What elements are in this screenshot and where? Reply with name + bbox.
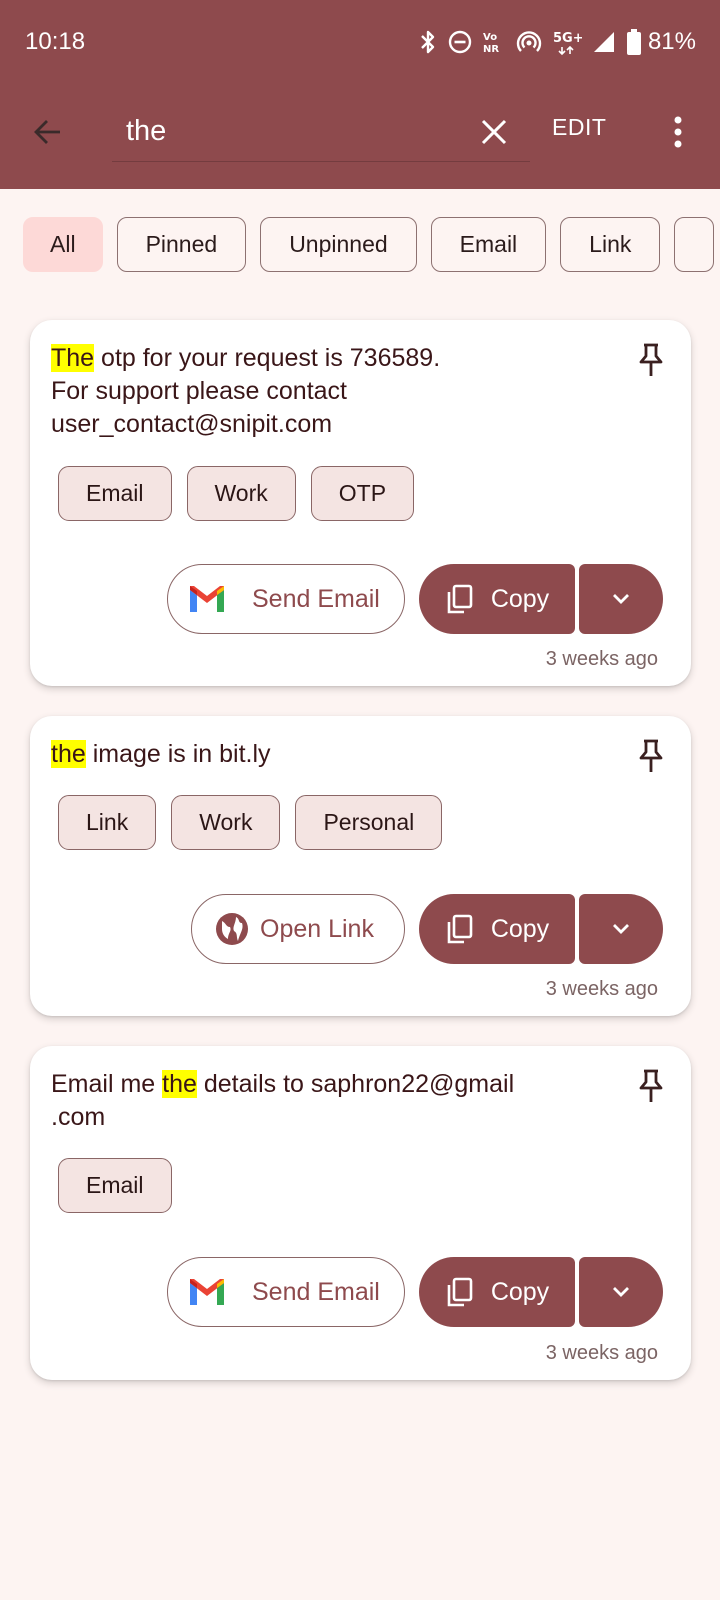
status-icons: Vo NR 5G+ 81%: [418, 26, 696, 58]
search-highlight: the: [162, 1070, 197, 1098]
copy-icon: [447, 914, 473, 944]
copy-icon: [447, 1277, 473, 1307]
battery-icon: [626, 29, 641, 55]
filter-chip-overflow[interactable]: [674, 217, 715, 272]
copy-label: Copy: [490, 584, 550, 613]
top-app-bar: 10:18 VoNR 5G+ 81% EDIT: [0, 0, 720, 189]
copy-split-button: Copy: [419, 894, 663, 964]
copy-button[interactable]: Copy: [419, 894, 575, 964]
more-vert-icon: [674, 116, 682, 148]
open-link-label: Open Link: [260, 914, 374, 943]
filter-chip-pinned[interactable]: Pinned: [116, 217, 247, 272]
tag-chip[interactable]: Email: [58, 466, 172, 521]
snippet-card[interactable]: The otp for your request is 736589. For …: [30, 320, 691, 686]
pin-button[interactable]: [633, 1066, 669, 1106]
copy-options-dropdown[interactable]: [579, 564, 663, 634]
pin-button[interactable]: [633, 736, 669, 776]
copy-label: Copy: [490, 1277, 550, 1306]
tag-chip[interactable]: Work: [171, 795, 281, 850]
filter-chip-unpinned[interactable]: Unpinned: [260, 217, 417, 272]
tag-chip[interactable]: Work: [186, 466, 296, 521]
card-actions: Open Link Copy: [191, 894, 663, 964]
gmail-icon: [190, 586, 224, 612]
copy-options-dropdown[interactable]: [579, 1257, 663, 1327]
search-highlight: The: [51, 344, 95, 372]
hotspot-icon: [516, 31, 542, 52]
open-link-button[interactable]: Open Link: [191, 894, 405, 964]
tag-chip[interactable]: Email: [58, 1158, 172, 1213]
copy-options-dropdown[interactable]: [579, 894, 663, 964]
tag-chip[interactable]: Personal: [295, 795, 443, 850]
tag-chip[interactable]: Link: [58, 795, 157, 850]
send-email-label: Send Email: [252, 584, 380, 613]
svg-text:5G+: 5G+: [553, 31, 582, 46]
copy-split-button: Copy: [419, 1257, 663, 1327]
snippet-card[interactable]: Email me the details to saphron22@gmail …: [30, 1046, 691, 1380]
tag-list: Email Work OTP: [58, 466, 415, 521]
send-email-button[interactable]: Send Email: [167, 1257, 405, 1327]
status-bar: 10:18 Vo NR 5G+ 81%: [0, 0, 720, 88]
send-email-label: Send Email: [252, 1277, 380, 1306]
bluetooth-icon: [421, 30, 435, 54]
snippet-card[interactable]: the image is in bit.ly Link Work Persona…: [30, 716, 691, 1016]
filter-chip-email[interactable]: Email: [430, 217, 547, 272]
pin-icon: [639, 1069, 663, 1102]
copy-label: Copy: [490, 914, 550, 943]
arrow-back-icon: [34, 120, 60, 144]
copy-icon: [447, 584, 473, 614]
search-toolbar: EDIT: [0, 96, 720, 168]
send-email-button[interactable]: Send Email: [167, 564, 405, 634]
5g-icon: 5G+: [553, 31, 582, 56]
do-not-disturb-icon: [448, 30, 472, 54]
copy-split-button: Copy: [419, 564, 663, 634]
edit-button[interactable]: EDIT: [552, 114, 606, 141]
filter-chip-all[interactable]: All: [23, 217, 103, 272]
svg-text:NR: NR: [483, 44, 499, 55]
snippet-text: the image is in bit.ly: [51, 740, 271, 768]
pin-icon: [639, 739, 663, 772]
filter-chips: All Pinned Unpinned Email Link: [23, 217, 720, 273]
copy-button[interactable]: Copy: [419, 1257, 575, 1327]
snippet-text: Email me the details to saphron22@gmail …: [51, 1070, 515, 1131]
tag-chip[interactable]: OTP: [310, 466, 415, 521]
battery-percentage: 81%: [647, 28, 696, 55]
clear-search-button[interactable]: [470, 108, 518, 156]
gmail-icon: [190, 1279, 224, 1305]
search-highlight: the: [51, 740, 86, 768]
copy-button[interactable]: Copy: [419, 564, 575, 634]
chevron-down-icon: [613, 594, 629, 604]
card-actions: Send Email Copy: [167, 564, 663, 634]
pin-button[interactable]: [633, 340, 669, 380]
vonr-icon: VoNR: [483, 32, 499, 55]
card-actions: Send Email Copy: [167, 1257, 663, 1327]
timestamp: 3 weeks ago: [545, 648, 658, 670]
globe-icon: [216, 913, 248, 945]
status-time: 10:18: [25, 28, 86, 55]
chevron-down-icon: [613, 1287, 629, 1297]
signal-icon: [593, 32, 614, 52]
chevron-down-icon: [613, 924, 629, 934]
timestamp: 3 weeks ago: [545, 1342, 658, 1364]
tag-list: Link Work Personal: [58, 795, 443, 850]
back-button[interactable]: [24, 108, 72, 156]
close-icon: [481, 119, 507, 145]
snippet-text: The otp for your request is 736589. For …: [51, 344, 441, 438]
more-options-button[interactable]: [654, 108, 702, 156]
tag-list: Email: [58, 1158, 172, 1213]
svg-text:Vo: Vo: [483, 32, 497, 43]
timestamp: 3 weeks ago: [545, 978, 658, 1000]
pin-icon: [639, 343, 663, 376]
filter-chip-link[interactable]: Link: [560, 217, 661, 272]
search-input[interactable]: [112, 102, 530, 162]
